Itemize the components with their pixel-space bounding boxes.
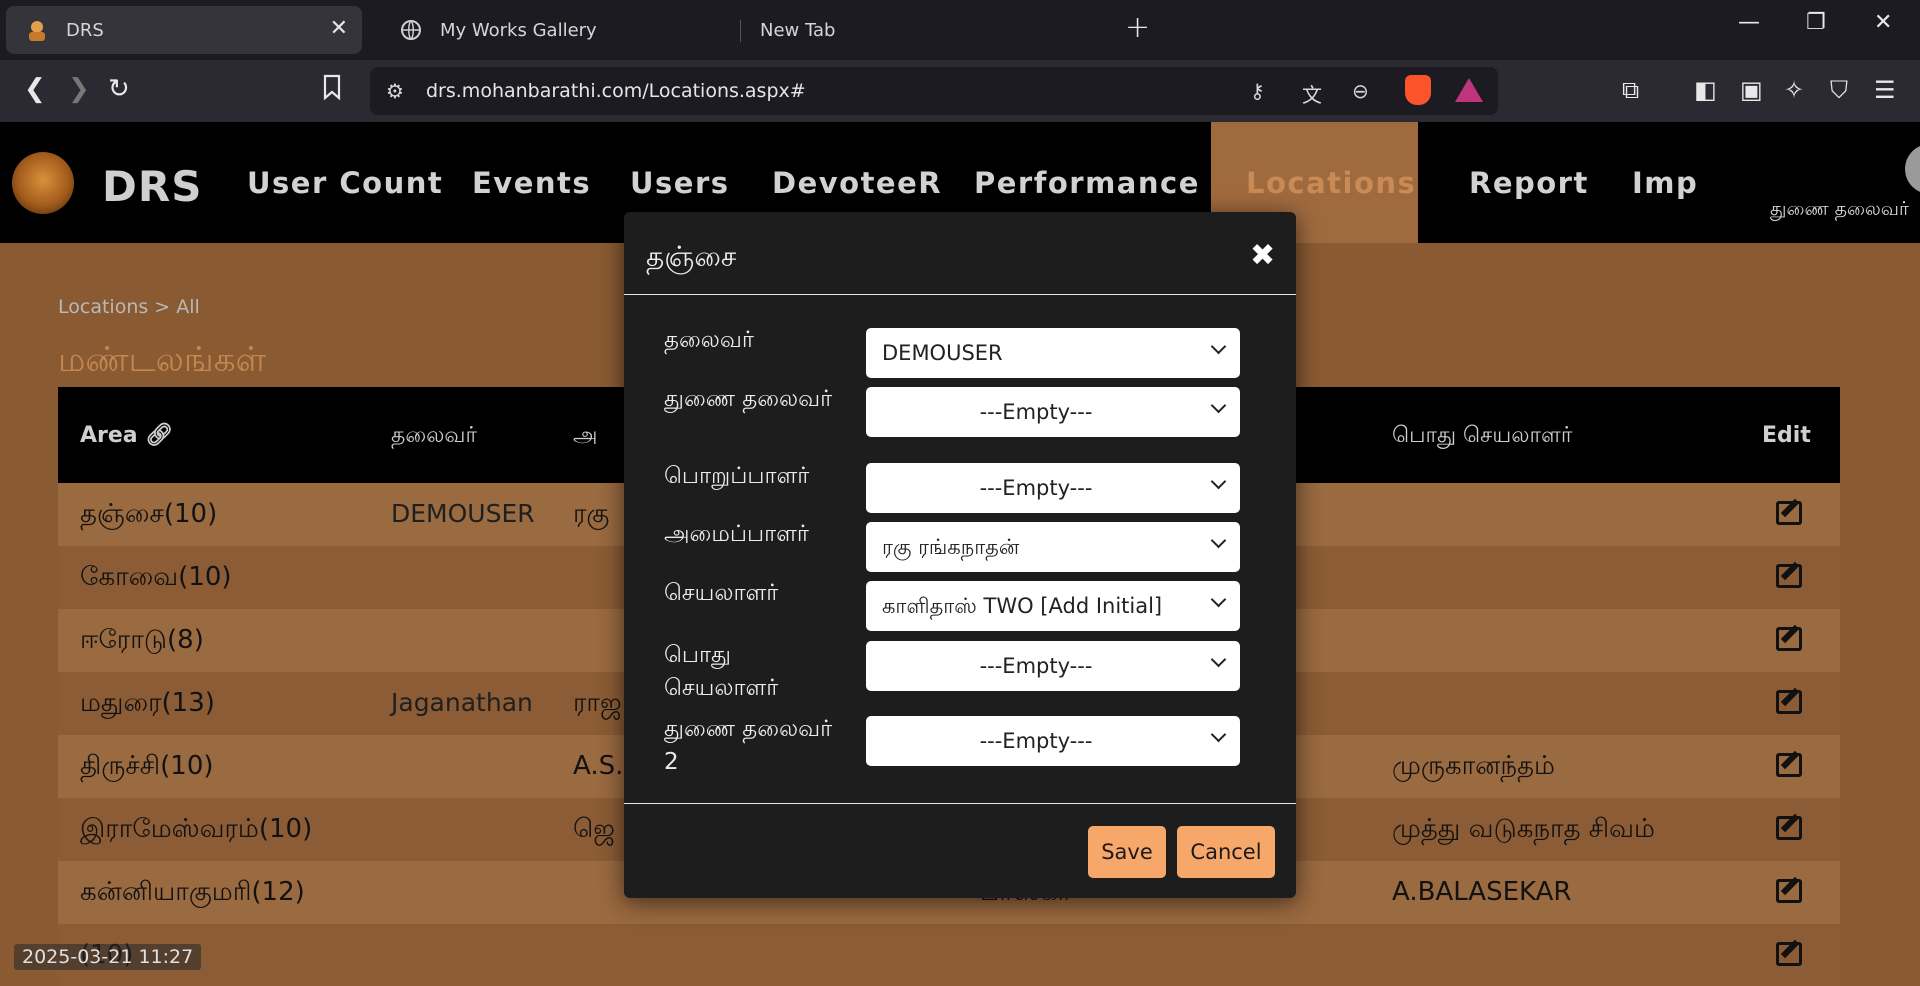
bookmark-icon[interactable] <box>322 74 342 107</box>
select-deputy-leader-2[interactable]: ---Empty--- <box>866 716 1240 766</box>
select-value: ---Empty--- <box>979 729 1093 753</box>
select-secretary[interactable]: காளிதாஸ் TWO [Add Initial] <box>866 581 1240 631</box>
translate-icon[interactable]: 文 <box>1302 79 1322 108</box>
tab-title: My Works Gallery <box>440 19 597 41</box>
modal-header-divider <box>624 294 1296 295</box>
globe-icon <box>398 17 424 43</box>
restore-icon[interactable]: ❐ <box>1806 10 1826 35</box>
leo-ai-icon[interactable]: ✧ <box>1784 76 1804 104</box>
screenshot-icon[interactable]: ⧉ <box>1622 76 1639 104</box>
sidebar-icon[interactable]: ◧ <box>1694 76 1717 104</box>
label-incharge: பொறுப்பாளர் <box>664 463 810 489</box>
tab-drs[interactable]: DRS ✕ <box>6 6 362 54</box>
brave-shields-icon[interactable] <box>1405 75 1431 105</box>
edit-location-modal: தஞ்சை ✖ தலைவர் DEMOUSER துணை தலைவர் ---E… <box>624 212 1296 898</box>
close-tab-icon[interactable]: ✕ <box>330 16 348 41</box>
browser-tab-bar: DRS ✕ My Works Gallery New Tab + — ❐ ✕ <box>0 0 1920 60</box>
save-button[interactable]: Save <box>1088 826 1166 878</box>
back-icon[interactable]: ❮ <box>24 74 46 104</box>
new-tab-plus-icon[interactable]: + <box>1125 10 1150 45</box>
brave-rewards-icon[interactable] <box>1455 78 1483 102</box>
label-leader: தலைவர் <box>664 327 754 353</box>
select-deputy-leader[interactable]: ---Empty--- <box>866 387 1240 437</box>
select-value: ---Empty--- <box>979 476 1093 500</box>
key-icon[interactable]: ⚷ <box>1250 79 1265 103</box>
window-close-icon[interactable]: ✕ <box>1874 10 1892 35</box>
select-value: DEMOUSER <box>882 341 1003 365</box>
chevron-down-icon <box>1210 726 1227 743</box>
chevron-down-icon <box>1210 591 1227 608</box>
address-bar[interactable]: ⚙ drs.mohanbarathi.com/Locations.aspx# ⚷… <box>370 67 1498 115</box>
menu-icon[interactable]: ☰ <box>1874 76 1896 104</box>
cancel-button[interactable]: Cancel <box>1177 826 1275 878</box>
select-leader[interactable]: DEMOUSER <box>866 328 1240 378</box>
select-value: ---Empty--- <box>979 400 1093 424</box>
url-text[interactable]: drs.mohanbarathi.com/Locations.aspx# <box>426 80 806 102</box>
select-value: ---Empty--- <box>979 654 1093 678</box>
tab-my-works-gallery[interactable]: My Works Gallery <box>380 6 730 54</box>
label-secretary: செயலாளர் <box>664 580 779 606</box>
tab-title: DRS <box>66 19 104 41</box>
minimize-icon[interactable]: — <box>1738 10 1760 35</box>
tab-new-tab[interactable]: New Tab <box>740 6 1100 54</box>
label-organizer: அமைப்பாளர் <box>664 521 809 547</box>
select-incharge[interactable]: ---Empty--- <box>866 463 1240 513</box>
modal-footer-divider <box>624 803 1296 804</box>
select-value: ரகு ரங்கநாதன் <box>882 535 1020 559</box>
label-deputy-leader-2: துணை தலைவர் 2 <box>664 716 833 775</box>
chevron-down-icon <box>1210 338 1227 355</box>
select-organizer[interactable]: ரகு ரங்கநாதன் <box>866 522 1240 572</box>
drs-favicon-icon <box>24 17 50 43</box>
chevron-down-icon <box>1210 532 1227 549</box>
chevron-down-icon <box>1210 473 1227 490</box>
wallet-icon[interactable]: ▣ <box>1740 76 1763 104</box>
label-general-secretary: பொது செயலாளர் <box>664 642 779 701</box>
tab-title: New Tab <box>760 19 836 41</box>
modal-close-icon[interactable]: ✖ <box>1250 238 1275 273</box>
chevron-down-icon <box>1210 397 1227 414</box>
chevron-down-icon <box>1210 651 1227 668</box>
modal-title: தஞ்சை <box>646 240 737 273</box>
vpn-icon[interactable]: ⛉ <box>1830 76 1848 104</box>
select-general-secretary[interactable]: ---Empty--- <box>866 641 1240 691</box>
zoom-out-icon[interactable]: ⊖ <box>1352 79 1369 103</box>
reload-icon[interactable]: ↻ <box>108 74 130 104</box>
forward-icon[interactable]: ❯ <box>68 74 90 104</box>
label-deputy-leader: துணை தலைவர் <box>664 386 833 412</box>
select-value: காளிதாஸ் TWO [Add Initial] <box>882 594 1163 618</box>
site-settings-icon[interactable]: ⚙ <box>386 79 404 103</box>
